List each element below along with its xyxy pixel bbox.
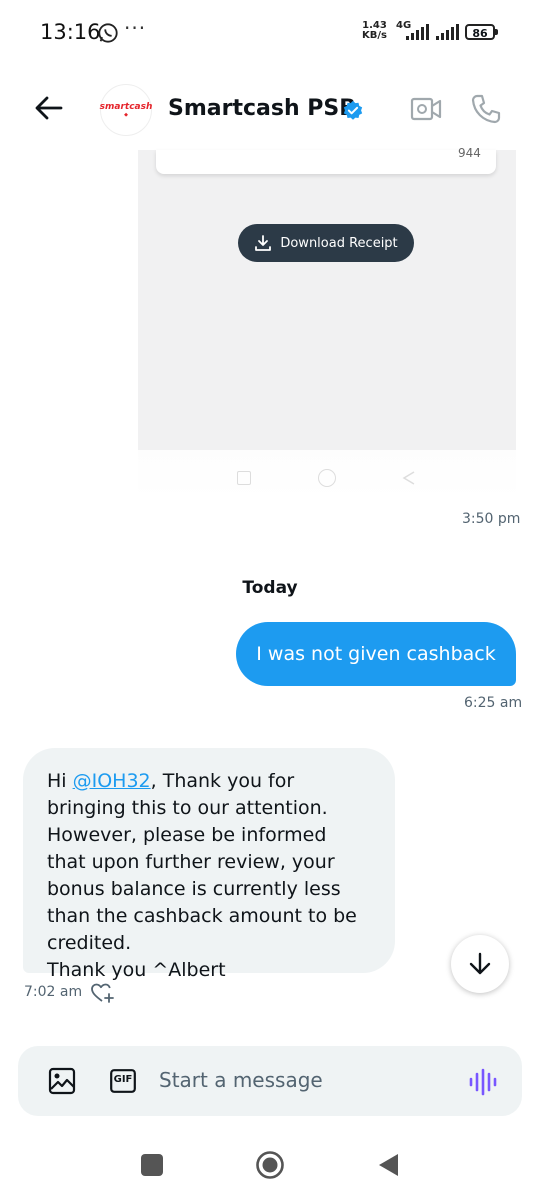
incoming-message-greeting: Hi (47, 770, 73, 792)
verified-badge-icon (343, 100, 363, 120)
avatar-logo-text: smartcash (99, 102, 153, 112)
download-receipt-label: Download Receipt (280, 235, 398, 251)
message-timestamp: 6:25 am (464, 695, 523, 711)
whatsapp-icon (98, 23, 118, 43)
attached-nav-square-icon (237, 471, 251, 485)
arrow-down-icon (469, 952, 491, 975)
outgoing-message-text: I was not given cashback (256, 643, 496, 665)
battery-tip (495, 29, 498, 35)
attached-nav-back-icon (402, 471, 415, 485)
outgoing-message-bubble[interactable]: I was not given cashback (236, 622, 516, 686)
attached-image[interactable] (138, 150, 516, 450)
download-icon (255, 235, 272, 251)
contact-name[interactable]: Smartcash PSB (168, 96, 356, 121)
incoming-message-text: , Thank you for bringing this to our att… (47, 770, 357, 954)
signal-icon (406, 24, 429, 40)
gif-label: GIF (113, 1074, 133, 1085)
status-time: 13:16 (40, 20, 101, 44)
video-call-icon[interactable] (410, 95, 442, 123)
receipt-card (156, 150, 496, 174)
back-arrow-icon[interactable] (33, 92, 65, 124)
notification-more-icon: ··· (124, 16, 147, 40)
download-receipt-button: Download Receipt (238, 224, 414, 262)
message-timestamp: 3:50 pm (462, 511, 521, 527)
avatar-logo-mark: ◆ (124, 112, 128, 118)
system-back-button[interactable] (376, 1152, 400, 1178)
recent-apps-button[interactable] (141, 1154, 163, 1176)
battery-icon: 86 (465, 24, 495, 40)
voice-message-icon[interactable] (468, 1067, 498, 1097)
home-button[interactable] (255, 1150, 285, 1180)
scroll-to-bottom-button[interactable] (451, 935, 509, 993)
signal-icon-2 (436, 24, 459, 40)
user-mention-link[interactable]: @IOH32 (73, 770, 151, 792)
day-separator: Today (242, 578, 298, 598)
network-speed-unit: KB/s (362, 30, 387, 41)
message-input-placeholder[interactable]: Start a message (159, 1068, 323, 1092)
image-icon[interactable] (48, 1067, 76, 1095)
incoming-message-bubble[interactable]: Hi @IOH32, Thank you for bringing this t… (23, 748, 395, 981)
react-heart-plus-icon[interactable] (90, 982, 114, 1004)
gif-icon[interactable]: GIF (110, 1069, 136, 1093)
attached-nav-circle-icon (318, 469, 336, 487)
avatar[interactable]: smartcash ◆ (100, 84, 152, 136)
incoming-message-signoff: Thank you ^Albert (47, 959, 226, 981)
network-speed: 1.43 KB/s (362, 21, 387, 41)
phone-call-icon[interactable] (470, 93, 502, 125)
receipt-value: 944 (458, 146, 481, 160)
message-timestamp: 7:02 am (24, 984, 83, 1000)
